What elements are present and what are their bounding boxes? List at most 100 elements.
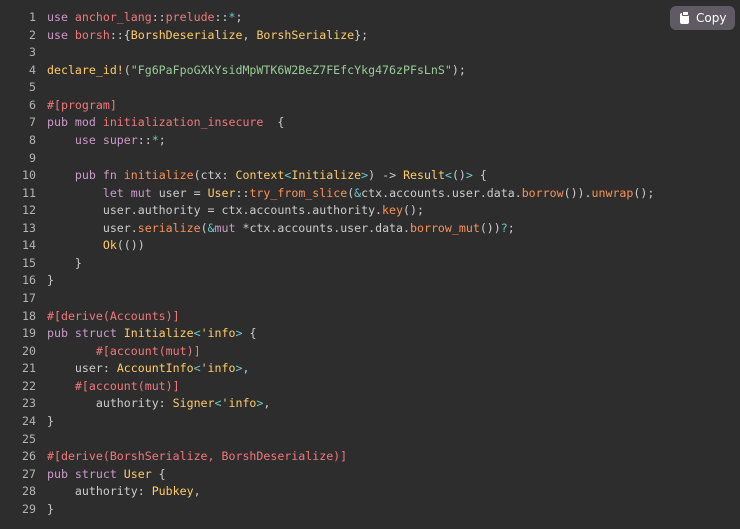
line-number: 7 (29, 115, 36, 130)
code-line: 1 use anchor_lang::prelude::*; (0, 9, 654, 27)
code-line: 29} (0, 501, 654, 519)
code-token: , (263, 396, 271, 411)
code-token: < (193, 361, 201, 376)
code-content: user.serialize(&mut *ctx.accounts.user.d… (47, 220, 515, 238)
line-number: 16 (22, 273, 36, 288)
code-token: ; (507, 220, 515, 235)
line-number: 10 (22, 168, 36, 183)
code-content: authority: Pubkey, (47, 483, 201, 501)
clipboard-icon (680, 10, 689, 24)
code-line: 18 #[derive(Accounts)] (0, 308, 654, 326)
code-token: Pubkey (151, 484, 194, 499)
code-line: 24} (0, 413, 654, 431)
code-content: } (47, 501, 54, 519)
code-token: pub mod (47, 115, 103, 130)
code-token: unwrap (591, 185, 634, 200)
code-line: 20 #[account(mut)] (0, 343, 654, 361)
code-line: 12 user.authority = ctx.accounts.authori… (0, 202, 654, 220)
code-line: 15 } (0, 255, 654, 273)
code-token: Result (403, 168, 445, 183)
line-number: 12 (22, 203, 36, 218)
code-token: (); (403, 203, 424, 218)
code-token: #[account(mut)] (95, 343, 201, 358)
code-token: *ctx.accounts.user.data. (242, 220, 410, 235)
code-token: serialize (137, 220, 201, 235)
line-number: 26 (22, 449, 36, 464)
code-line: 27 pub struct User { (0, 466, 654, 484)
code-token: < (214, 396, 222, 411)
code-token: ctx.accounts.user.data. (361, 185, 522, 200)
code-token: > (465, 168, 473, 183)
code-token: }; (354, 27, 369, 42)
code-token: use super (74, 132, 138, 147)
code-token: Context (235, 168, 285, 183)
line-number: 25 (22, 431, 36, 446)
code-line: 4 declare_id!("Fg6PaFpoGXkYsidMpWTK6W2BeZ… (0, 62, 654, 80)
code-token: , (193, 484, 201, 499)
code-content: authority: Signer<'info>, (47, 395, 271, 413)
code-token: :: (151, 10, 166, 24)
code-content: user.authority = ctx.accounts.authority.… (47, 202, 424, 220)
code-token: user: (47, 361, 117, 376)
code-token: "Fg6PaFpoGXkYsidMpWTK6W2BeZ7FEfcYkg476zP… (130, 62, 452, 77)
code-token: let mut (102, 185, 159, 200)
code-line: 21 user: AccountInfo<'info>, (0, 360, 654, 378)
code-line: 8 use super::*; (0, 132, 654, 150)
line-number: 15 (22, 255, 36, 270)
code-content: #[program] (47, 97, 117, 115)
code-token: BorshSerialize (256, 27, 355, 42)
code-token: borrow_mut (410, 220, 480, 235)
code-token: AccountInfo (116, 361, 194, 376)
line-number: 5 (29, 80, 36, 95)
code-token: Initialize (123, 326, 194, 341)
code-content: } (47, 413, 54, 431)
code-content: pub mod initialization_insecure { (47, 114, 284, 132)
code-token: :: (235, 185, 250, 200)
code-content: #[account(mut)] (47, 378, 180, 396)
code-content: #[derive(Accounts)] (47, 308, 180, 326)
code-token: key (382, 203, 403, 218)
copy-button[interactable]: Copy (670, 6, 735, 30)
code-content: use super::*; (47, 132, 166, 150)
code-token: #[derive(Accounts)] (47, 308, 180, 323)
line-number: 6 (29, 97, 36, 112)
code-token: pub struct (47, 326, 124, 341)
code-token: * (151, 132, 159, 147)
code-token: initialization_insecure (102, 115, 264, 130)
code-content: } (47, 272, 54, 290)
line-number: 14 (22, 238, 36, 253)
code-line: 16} (0, 272, 654, 290)
code-token: { (242, 326, 257, 341)
line-number: 22 (22, 378, 36, 393)
code-token: User (207, 185, 236, 200)
code-token: #[derive(BorshSerialize, BorshDeserializ… (47, 449, 348, 464)
code-content: pub fn initialize(ctx: Context < Initializ… (47, 167, 487, 185)
code-content: } (47, 255, 82, 273)
code-token: (()) (116, 238, 145, 253)
code-line: 13 user.serialize(&mut *ctx.accounts.use… (0, 220, 654, 238)
code-line: 7 pub mod initialization_insecure { (0, 114, 654, 132)
code-token: pub struct (47, 466, 124, 481)
code-line: 10 pub fn initialize(ctx: Context < Initia… (0, 167, 654, 185)
code-token: user. (47, 220, 138, 235)
code-token: ()) (479, 220, 501, 235)
code-token: User (123, 466, 152, 481)
line-number: 13 (22, 220, 36, 235)
code-token: 'info (200, 361, 236, 376)
line-number: 20 (22, 343, 36, 358)
code-content: #[account(mut)] (47, 343, 201, 361)
code-token: borsh (74, 27, 110, 42)
code-content: use borsh::{BorshDeserialize, BorshSeria… (47, 27, 368, 45)
code-token: (); (633, 185, 655, 200)
code-token: #[program] (47, 97, 117, 112)
code-token: * (228, 10, 236, 24)
code-line: 6 #[program] (0, 97, 654, 115)
code-token: , (242, 361, 250, 376)
code-content: Ok(()) (47, 237, 145, 255)
code-line: 5 (0, 79, 654, 97)
line-number: 23 (22, 396, 36, 411)
code-line: 26 #[derive(BorshSerialize, BorshDeserial… (0, 448, 654, 466)
code-token: 'info (221, 396, 257, 411)
code-token: user.authority = ctx.accounts.authority. (47, 203, 383, 218)
